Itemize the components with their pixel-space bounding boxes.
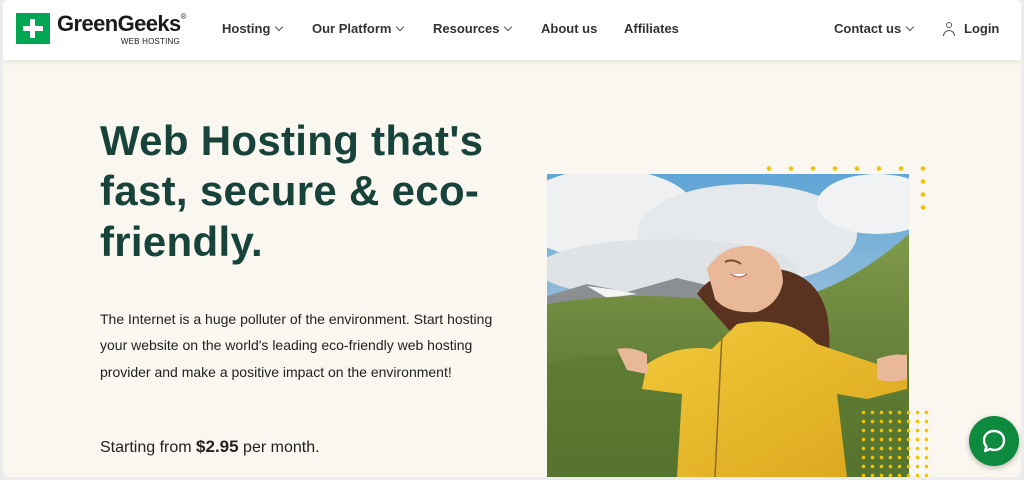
user-icon	[942, 21, 956, 36]
nav-about-us[interactable]: About us	[541, 21, 597, 36]
page: GreenGeeks® WEB HOSTING Hosting Our Plat…	[3, 0, 1021, 477]
hero-photo-illustration	[547, 174, 909, 477]
chevron-down-icon	[905, 22, 915, 31]
logo-name: GreenGeeks®	[57, 11, 187, 36]
nav-hosting[interactable]: Hosting	[222, 21, 284, 36]
plus-logo-icon	[16, 13, 50, 44]
starting-price: Starting from $2.95 per month.	[100, 437, 320, 456]
login-link[interactable]: Login	[942, 21, 999, 36]
price-value: $2.95	[196, 437, 239, 456]
decorative-dots-bottom	[859, 408, 929, 477]
greengeeks-logo[interactable]: GreenGeeks® WEB HOSTING	[16, 11, 187, 47]
chevron-down-icon	[275, 22, 284, 31]
nav-resources[interactable]: Resources	[433, 21, 513, 36]
live-chat-button[interactable]	[969, 416, 1019, 466]
hero-title: Web Hosting that's fast, secure & eco-fr…	[100, 117, 484, 265]
hero-photo	[547, 174, 909, 477]
chat-bubble-icon	[982, 429, 1006, 453]
hero-description: The Internet is a huge polluter of the e…	[100, 311, 493, 380]
nav-our-platform[interactable]: Our Platform	[312, 21, 405, 36]
logo-tagline: WEB HOSTING	[120, 37, 180, 46]
chevron-down-icon	[396, 22, 405, 31]
nav-contact-us[interactable]: Contact us	[834, 21, 915, 36]
chevron-down-icon	[504, 22, 513, 31]
nav-affiliates[interactable]: Affiliates	[624, 21, 679, 36]
site-header: GreenGeeks® WEB HOSTING Hosting Our Plat…	[3, 0, 1021, 60]
